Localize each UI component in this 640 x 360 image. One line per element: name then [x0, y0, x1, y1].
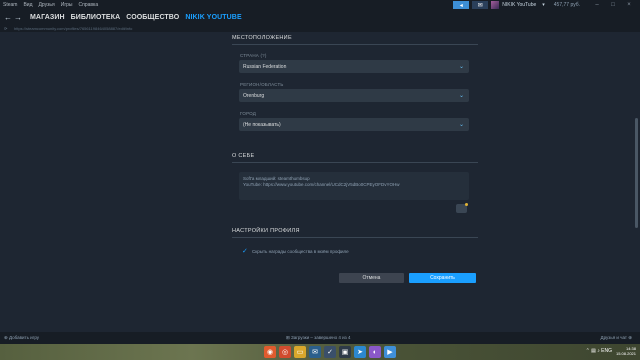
- country-label: СТРАНА (?): [240, 53, 267, 58]
- viber-icon[interactable]: ◐: [369, 346, 381, 358]
- city-label: ГОРОД: [240, 111, 257, 116]
- chevron-down-icon: ⌄: [458, 122, 464, 128]
- scrollbar[interactable]: [635, 118, 638, 228]
- location-section-title: МЕСТОПОЛОЖЕНИЕ: [232, 35, 478, 45]
- chevron-down-icon: ▾: [542, 2, 545, 8]
- tab-store[interactable]: МАГАЗИН: [30, 14, 65, 21]
- chrome-icon[interactable]: ◎: [279, 346, 291, 358]
- settings-section-title: НАСТРОЙКИ ПРОФИЛЯ: [232, 228, 478, 238]
- nav-bar: ← → МАГАЗИН БИБЛИОТЕКА СООБЩЕСТВО NIKIK …: [0, 10, 640, 24]
- tab-library[interactable]: БИБЛИОТЕКА: [71, 14, 121, 21]
- menu-view[interactable]: Вид: [23, 2, 32, 8]
- windows-taskbar: ◉ ◎ ▭ ✉ ✓ ▣ ➤ ◐ ▶ ⌃ ▤ ♪ ENG 14:38 15.08.…: [0, 344, 640, 360]
- notifications-icon[interactable]: ✉: [472, 1, 489, 9]
- cancel-button[interactable]: Отмена: [339, 273, 404, 283]
- mail-icon[interactable]: ✉: [309, 346, 321, 358]
- account-menu[interactable]: NIKIK YouTube ▾ 457,77 руб.: [491, 1, 586, 9]
- url-text[interactable]: https://steamcommunity.com/profiles/7656…: [14, 26, 132, 31]
- avatar: [491, 1, 500, 9]
- folder-icon[interactable]: ▭: [294, 346, 306, 358]
- country-value: Russian Federation: [243, 63, 287, 70]
- app-icon[interactable]: ▣: [339, 346, 351, 358]
- country-select[interactable]: Russian Federation ⌄: [239, 60, 469, 73]
- city-select[interactable]: (Не показывать) ⌄: [239, 118, 469, 131]
- close-icon[interactable]: ×: [624, 2, 634, 8]
- menu-help[interactable]: Справка: [79, 2, 99, 8]
- tab-community[interactable]: СООБЩЕСТВО: [126, 14, 179, 21]
- minimize-icon[interactable]: –: [592, 2, 602, 8]
- maximize-icon[interactable]: □: [608, 2, 618, 8]
- arrow-right-icon[interactable]: →: [14, 13, 24, 22]
- region-value: Orenburg: [243, 92, 265, 99]
- hide-awards-checkbox[interactable]: ✓: [242, 248, 249, 255]
- url-bar: ⟳ https://steamcommunity.com/profiles/76…: [0, 24, 640, 32]
- menu-friends[interactable]: Друзья: [39, 2, 55, 8]
- region-select[interactable]: Orenburg ⌄: [239, 89, 469, 102]
- add-game-button[interactable]: ⊕ Добавить игру: [4, 335, 39, 341]
- friends-chat-button[interactable]: Друзья и чат ⊕: [601, 335, 632, 341]
- hide-awards-label: Скрыть награды сообщества в моём профиле: [252, 249, 349, 254]
- wallet-balance: 457,77 руб.: [553, 2, 580, 8]
- emoticon-picker-icon[interactable]: [456, 203, 468, 213]
- menu-steam[interactable]: Steam: [3, 2, 17, 8]
- clock[interactable]: 14:38 15.08.2021: [616, 346, 636, 356]
- steam-icon[interactable]: ✓: [324, 346, 336, 358]
- reload-icon[interactable]: ⟳: [4, 26, 10, 31]
- city-value: (Не показывать): [243, 121, 281, 128]
- chevron-down-icon: ⌄: [458, 64, 464, 70]
- region-label: РЕГИОН/ОБЛАСТЬ: [240, 82, 284, 87]
- about-section-title: О СЕБЕ: [232, 153, 478, 163]
- menu-games[interactable]: Игры: [61, 2, 73, 8]
- chevron-down-icon: ⌄: [458, 93, 464, 99]
- explorer-icon[interactable]: ◉: [264, 346, 276, 358]
- summary-line-2: YouTube: https://www.youtube.com/channel…: [243, 182, 400, 187]
- steam-window: Steam Вид Друзья Игры Справка ◂ ✉ NIKIK …: [0, 0, 640, 344]
- arrow-left-icon[interactable]: ←: [4, 13, 14, 22]
- tray-icons[interactable]: ⌃ ▤ ♪ ENG: [586, 348, 612, 354]
- downloads-status[interactable]: ⊞ Загрузки – завершено 4 из 4: [286, 335, 351, 341]
- summary-textarea[interactable]: Soft'a младший: steamthumbsup YouTube: h…: [239, 172, 469, 200]
- telegram-icon[interactable]: ➤: [354, 346, 366, 358]
- menu-bar: Steam Вид Друзья Игры Справка ◂ ✉ NIKIK …: [0, 0, 640, 10]
- broadcast-icon[interactable]: ◂: [453, 1, 470, 9]
- save-button[interactable]: Сохранить: [409, 273, 476, 283]
- media-icon[interactable]: ▶: [384, 346, 396, 358]
- user-name: NIKIK YouTube: [502, 2, 537, 8]
- status-bar: ⊕ Добавить игру ⊞ Загрузки – завершено 4…: [0, 332, 640, 344]
- tab-profile[interactable]: NIKIK YOUTUBE: [185, 14, 241, 21]
